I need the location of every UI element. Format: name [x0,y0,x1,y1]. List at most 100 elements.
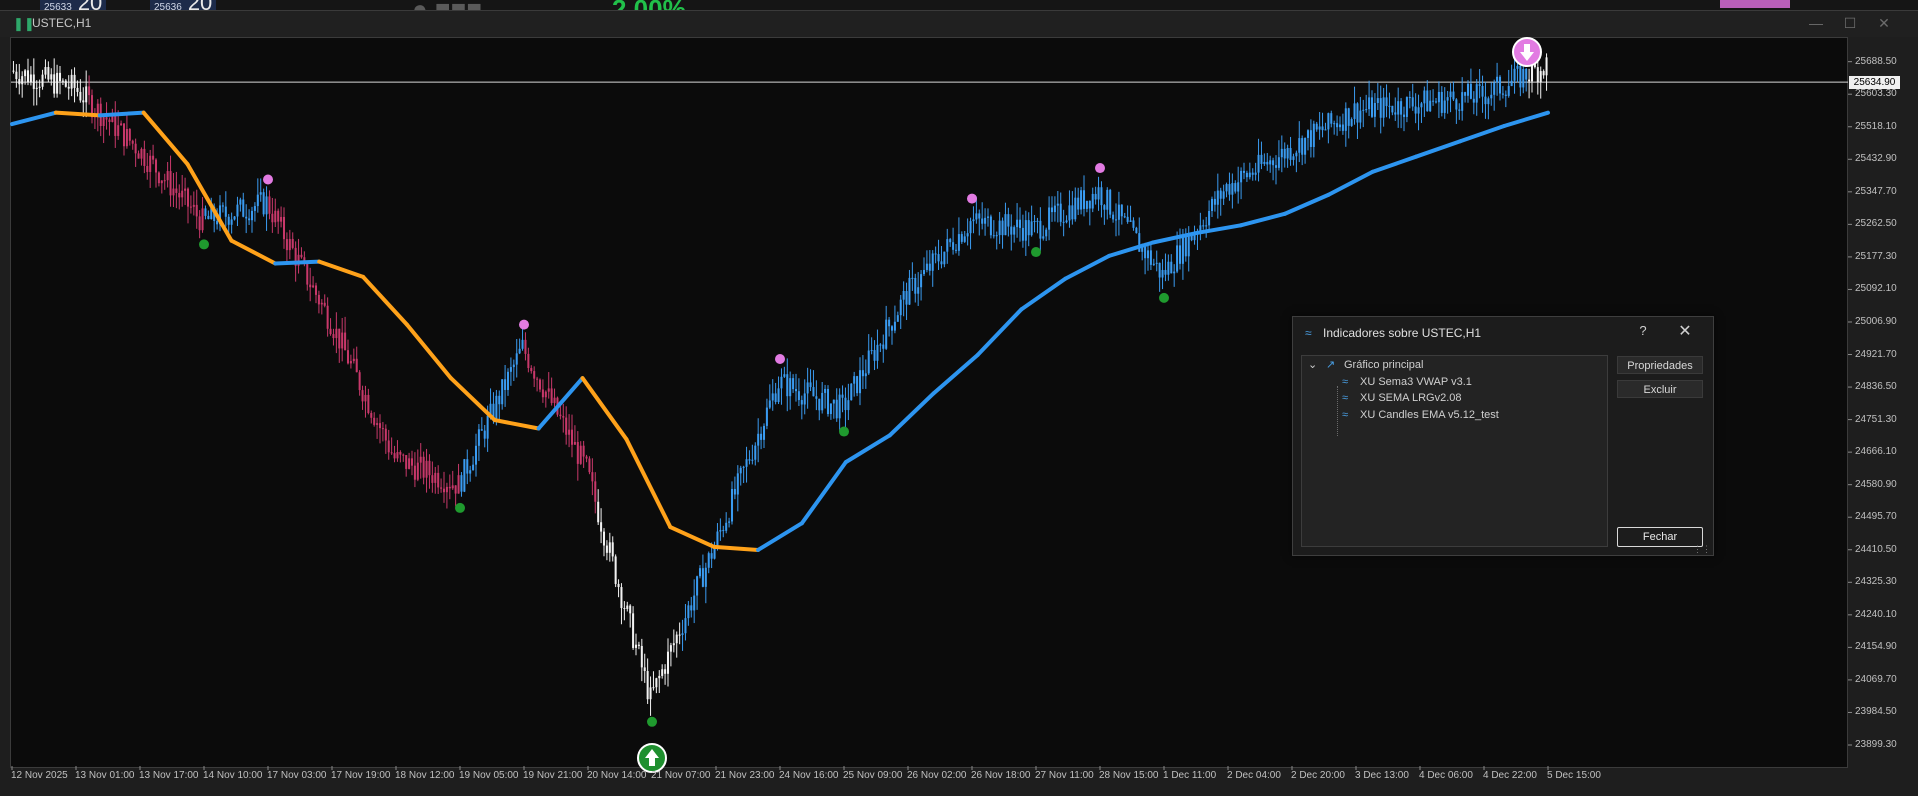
candle-body [1030,221,1033,236]
tree-item-main-chart[interactable]: ↗ Gráfico principal [1326,356,1423,374]
candle-body [1077,197,1080,210]
candle-body [1382,97,1385,118]
tree-item-indicator-3[interactable]: ≈ XU Candles EMA v5.12_test [1342,406,1499,424]
candle-body [448,486,451,489]
resize-grip-icon[interactable]: ⋮⋮ [1693,545,1711,554]
candle-body [440,487,443,489]
candle-body [32,74,35,89]
candle-body [1324,129,1327,131]
candle-body [1478,84,1481,86]
candle-body [998,220,1001,236]
time-tick-label: 2 Dec 20:00 [1291,770,1345,781]
candle-body [960,234,963,242]
candle-body [108,119,111,122]
candle-body [870,350,873,352]
dialog-close-button[interactable]: Fechar [1617,527,1703,547]
candle-body [268,196,271,214]
candle-body [1004,214,1007,236]
price-tick-label: 25006.90 [1855,315,1897,327]
candle-body [789,378,792,397]
candle-body [981,218,984,224]
indicator-tree[interactable]: ⌄ ↗ Gráfico principal ≈ XU Sema3 VWAP v3.1… [1301,355,1608,547]
candle-body [806,382,809,394]
candle-body [195,204,198,217]
chevron-down-icon[interactable]: ⌄ [1308,358,1317,371]
swing-high-marker [1095,163,1105,174]
price-tick-label: 24325.30 [1855,576,1897,588]
price-tick-label: 23899.30 [1855,738,1897,750]
candle-body [824,388,827,393]
candle-body [736,473,739,495]
time-tick-label: 17 Nov 03:00 [267,770,327,781]
candle-body [541,389,544,398]
candle-body [149,155,152,172]
candle-body [504,379,507,390]
candle-body [931,253,934,271]
chart-line-icon: ↗ [1326,359,1336,371]
moving-average-segment [1414,139,1463,159]
candle-body [1525,68,1528,80]
candle-body [233,216,236,220]
moving-average-segment [712,544,761,552]
candle-body [1013,227,1016,235]
candle-body [1434,101,1438,103]
candle-body [1301,138,1304,155]
candle-body [908,277,911,305]
candle-body [416,462,419,480]
tree-item-indicator-2[interactable]: ≈ XU SEMA LRGv2.08 [1342,389,1462,407]
candle-body [1493,82,1496,95]
price-tick-label: 23984.50 [1855,706,1897,718]
moving-average-segment [53,110,102,118]
candle-body [1120,204,1123,217]
candle-body [995,235,998,237]
candle-body [134,143,137,154]
candle-body [483,430,486,439]
candle-body [1379,98,1382,118]
candle-body [876,344,879,361]
candle-body [349,361,352,364]
candle-body [1528,79,1531,82]
time-tick-label: 28 Nov 15:00 [1099,770,1159,781]
moving-average-segment [536,376,585,431]
candle-body [469,470,472,474]
candle-body [480,429,483,431]
candle-body [600,522,603,532]
moving-average-segment [1063,253,1112,281]
candle-body [1417,107,1420,114]
candle-body [1420,103,1423,108]
candle-body [963,236,966,242]
indicators-dialog[interactable]: ≈ Indicadores sobre USTEC,H1 ? ✕ ⌄ ↗ Gráf… [1292,316,1714,556]
help-button[interactable]: ? [1633,323,1653,341]
candle-body [1388,105,1391,107]
candle-body [585,456,588,459]
candle-body [1158,262,1161,278]
candle-body [1251,172,1254,175]
candle-body [634,644,638,648]
candle-body [393,453,396,459]
candle-body [687,605,690,619]
close-icon[interactable]: ✕ [1675,323,1695,341]
tree-item-label: XU Candles EMA v5.12_test [1360,409,1499,421]
candle-body [1216,190,1219,205]
candle-body [547,388,550,392]
candle-body [160,180,163,184]
candle-body [1080,190,1083,210]
delete-button[interactable]: Excluir [1617,380,1703,398]
candle-body [1167,261,1170,275]
price-tick-label: 25262.50 [1855,218,1897,230]
candle-body [664,669,667,674]
candle-body [1100,187,1103,206]
candle-body [451,485,454,489]
candle-body [1336,123,1339,128]
candle-body [431,475,434,483]
candle-body [184,188,187,191]
candle-body [989,216,992,236]
properties-button[interactable]: Propriedades [1617,356,1703,374]
candle-body [643,667,646,672]
candle-body [175,188,178,193]
candle-body [125,128,128,147]
candle-body [742,466,745,468]
candle-body [79,91,82,101]
moving-average-segment [1502,110,1550,129]
moving-average-segment [756,521,804,552]
